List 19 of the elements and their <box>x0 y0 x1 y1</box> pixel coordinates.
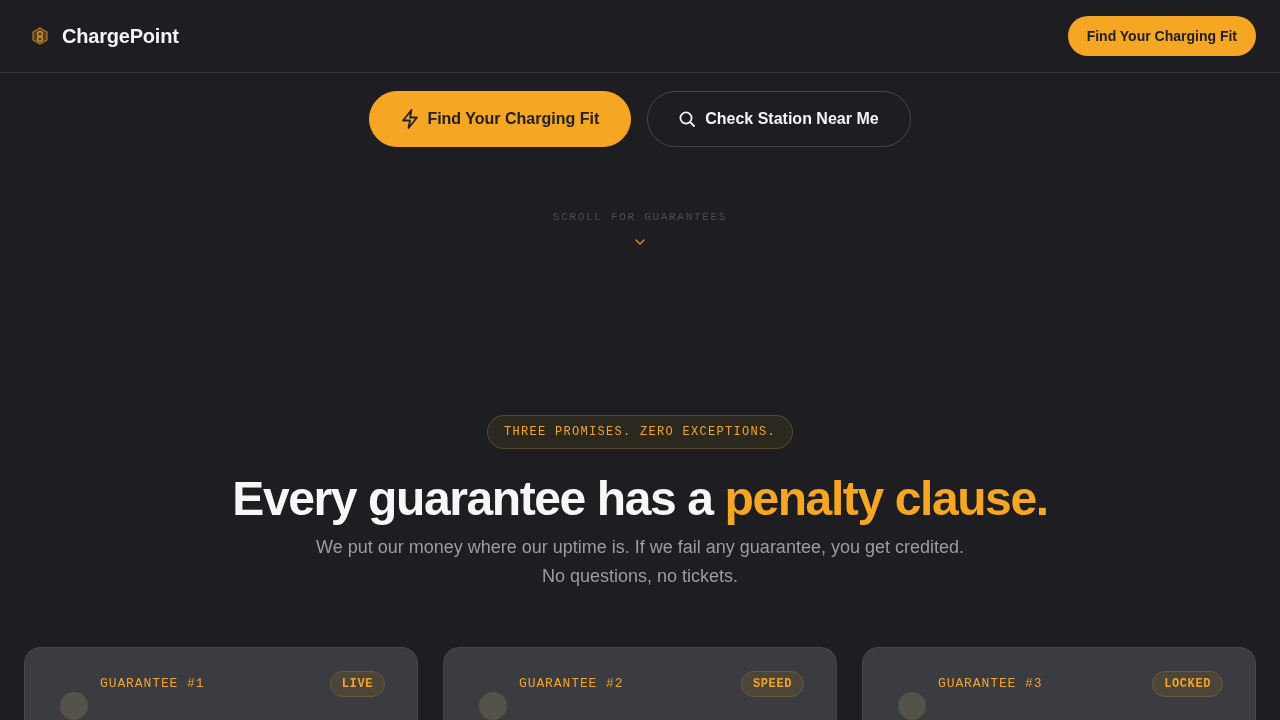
brand-name: ChargePoint <box>62 24 179 48</box>
chevron-down-icon <box>635 239 645 245</box>
lightning-icon <box>401 109 420 129</box>
guarantee-label: GUARANTEE #3 <box>938 676 1044 692</box>
disc-icon <box>60 692 88 720</box>
guarantee-label: GUARANTEE #2 <box>519 676 625 692</box>
eyebrow-tag: THREE PROMISES. ZERO EXCEPTIONS. <box>486 415 793 449</box>
logo-icon <box>32 27 48 45</box>
section-subtitle: We put our money where our uptime is. If we fail any guarantee, you get credited. No questions, no tickets. <box>315 536 965 588</box>
guarantee-label: GUARANTEE #1 <box>100 676 206 692</box>
search-icon <box>679 111 696 127</box>
guarantee-tag: LIVE <box>329 671 385 697</box>
disc-icon <box>898 692 926 720</box>
charging-fit-button[interactable]: Find Your Charging Fit <box>1067 16 1256 56</box>
section-heading: Every guarantee has a penalty clause. <box>231 471 1049 527</box>
disc-icon <box>479 692 507 720</box>
guarantee-tag: LOCKED <box>1152 671 1223 697</box>
charging-fit-button[interactable]: Find Your Charging Fit <box>369 91 632 147</box>
guarantee-tag: SPEED <box>741 671 804 697</box>
